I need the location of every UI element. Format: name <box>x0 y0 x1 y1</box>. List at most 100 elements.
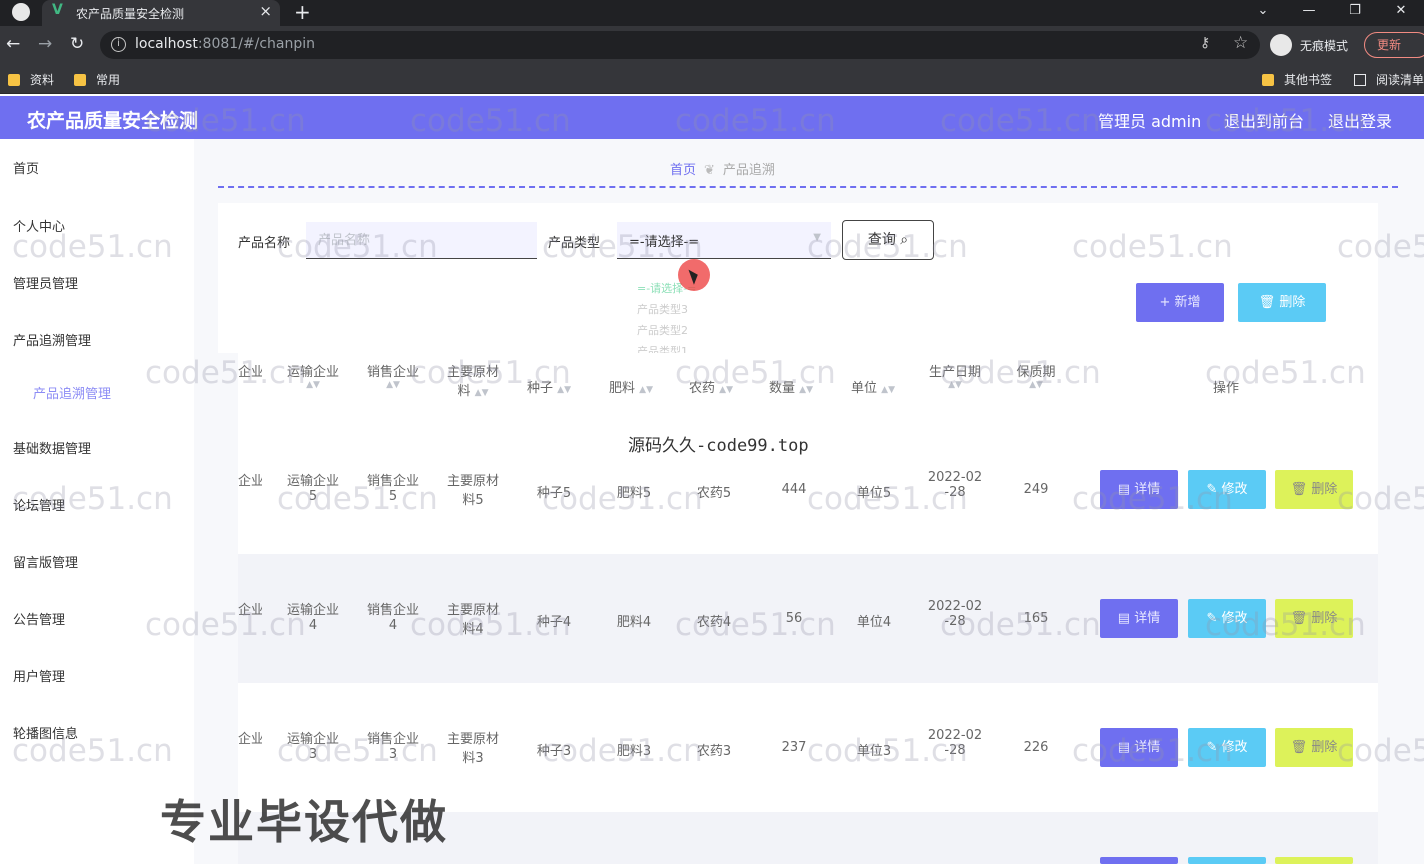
sort-icon[interactable]: ▲▼ <box>1004 380 1068 390</box>
site-info-icon[interactable]: i <box>111 37 126 52</box>
folder-icon <box>74 73 86 86</box>
sidebar-item-home[interactable]: 首页 <box>13 158 39 177</box>
search-icon: ⌕ <box>900 232 909 248</box>
sidebar-item-forum[interactable]: 论坛管理 <box>13 495 65 514</box>
dropdown-option[interactable]: 产品类型3 <box>637 301 688 317</box>
edit-button[interactable] <box>1188 857 1266 864</box>
header-unit[interactable]: 单位 ▲▼ <box>842 377 904 396</box>
sort-icon[interactable]: ▲▼ <box>278 380 348 390</box>
header-shelf-life[interactable]: 保质期 ▲▼ <box>1004 361 1068 390</box>
bookmark-folder[interactable]: 常用 <box>74 71 120 88</box>
sort-icon[interactable]: ▲▼ <box>639 385 653 395</box>
logout-link[interactable]: 退出登录 <box>1328 108 1392 132</box>
query-button[interactable]: 查询 ⌕ <box>842 220 934 260</box>
back-icon[interactable]: ← <box>6 34 20 54</box>
dropdown-option[interactable]: 产品类型2 <box>637 322 688 338</box>
header-pesticide[interactable]: 农药 ▲▼ <box>680 377 742 396</box>
cell-sales: 销售企业 4 <box>366 603 419 633</box>
sort-icon[interactable]: ▲▼ <box>881 385 895 395</box>
delete-button[interactable]: 🗑 删除 <box>1275 470 1353 509</box>
sort-icon[interactable]: ▲▼ <box>557 385 571 395</box>
close-window-icon[interactable]: ✕ <box>1378 0 1424 26</box>
divider <box>218 186 1398 188</box>
address-bar[interactable]: i localhost:8081/#/chanpin ⚷ ☆ <box>100 31 1260 59</box>
cell-company: 企业 <box>238 732 262 747</box>
breadcrumb-home[interactable]: 首页 <box>670 163 696 178</box>
edit-button[interactable]: ✎ 修改 <box>1188 728 1266 767</box>
delete-button[interactable]: 🗑 删除 <box>1275 728 1353 767</box>
back-to-front-link[interactable]: 退出到前台 <box>1224 108 1304 132</box>
cell-sales: 销售企业 3 <box>366 732 419 762</box>
edit-button[interactable]: ✎ 修改 <box>1188 599 1266 638</box>
sidebar-item-users[interactable]: 用户管理 <box>13 666 65 685</box>
cell-quantity: 444 <box>781 482 807 497</box>
cell-material: 主要原材 料4 <box>446 603 499 637</box>
minimize-icon[interactable]: — <box>1286 0 1332 26</box>
update-button[interactable]: 更新 <box>1364 32 1424 58</box>
header-seed[interactable]: 种子 ▲▼ <box>518 377 580 396</box>
header-company[interactable]: 企业 <box>238 361 262 380</box>
sidebar-item-profile[interactable]: 个人中心 <box>13 216 65 235</box>
header-fertilizer[interactable]: 肥料 ▲▼ <box>600 377 662 396</box>
cell-production-date: 2022-02 -28 <box>927 728 983 758</box>
sidebar-subitem-traceability[interactable]: 产品追溯管理 <box>33 383 111 402</box>
other-bookmarks[interactable]: 其他书签 <box>1262 71 1332 88</box>
cell-pesticide: 农药5 <box>696 486 732 501</box>
close-tab-icon[interactable]: × <box>259 2 272 20</box>
incognito-icon <box>1270 34 1292 56</box>
bookmark-star-icon[interactable]: ☆ <box>1233 33 1248 53</box>
detail-button[interactable]: ▤ 详情 <box>1100 470 1178 509</box>
url-text: localhost:8081/#/chanpin <box>135 36 316 52</box>
sort-icon[interactable]: ▲▼ <box>719 385 733 395</box>
cell-transport: 运输企业 3 <box>286 732 339 762</box>
cell-unit: 单位4 <box>856 615 892 630</box>
cell-company: 企业 <box>238 603 262 618</box>
batch-delete-button[interactable]: 🗑 删除 <box>1238 283 1326 322</box>
detail-button[interactable] <box>1100 857 1178 864</box>
reload-icon[interactable]: ↻ <box>70 34 84 54</box>
bookmark-folder[interactable]: 资料 <box>8 71 54 88</box>
product-name-input[interactable] <box>306 222 537 259</box>
sidebar-item-admins[interactable]: 管理员管理 <box>13 273 78 292</box>
restore-icon[interactable]: ❐ <box>1332 0 1378 26</box>
delete-button[interactable]: 🗑 删除 <box>1275 599 1353 638</box>
cell-shelf-life: 165 <box>1023 611 1049 626</box>
sort-icon[interactable]: ▲▼ <box>920 380 990 390</box>
header-sales[interactable]: 销售企业 ▲▼ <box>358 361 428 390</box>
key-icon[interactable]: ⚷ <box>1200 35 1210 51</box>
sort-icon[interactable]: ▲▼ <box>358 380 428 390</box>
cell-fertilizer: 肥料5 <box>616 486 652 501</box>
admin-user: 管理员 admin <box>1098 112 1202 131</box>
tab-search-icon[interactable]: ⌄ <box>1240 0 1286 26</box>
promo-overlay-text: 专业毕设代做 <box>160 795 448 849</box>
add-button[interactable]: + 新增 <box>1136 283 1224 322</box>
sort-icon[interactable]: ▲▼ <box>799 385 813 395</box>
header-material[interactable]: 主要原材料 ▲▼ <box>438 361 508 399</box>
cell-pesticide: 农药3 <box>696 744 732 759</box>
incognito-indicator[interactable]: 无痕模式 <box>1270 34 1348 56</box>
header-quantity[interactable]: 数量 ▲▼ <box>760 377 822 396</box>
pencil-icon: ✎ <box>1206 611 1218 626</box>
product-type-select[interactable]: =-请选择-= ▼ <box>617 222 831 259</box>
sidebar-item-traceability[interactable]: 产品追溯管理 <box>13 330 91 349</box>
bookmarks-bar: 资料 常用 其他书签 阅读清单 <box>0 64 1424 94</box>
cell-fertilizer: 肥料3 <box>616 744 652 759</box>
sidebar-item-carousel[interactable]: 轮播图信息 <box>13 723 78 742</box>
new-tab-icon[interactable]: + <box>294 0 311 24</box>
app-title: 农产品质量安全检测 <box>27 110 199 132</box>
browser-tab[interactable]: V 农产品质量安全检测 × <box>42 0 280 26</box>
delete-button[interactable] <box>1275 857 1353 864</box>
reading-list[interactable]: 阅读清单 <box>1354 71 1424 88</box>
detail-button[interactable]: ▤ 详情 <box>1100 599 1178 638</box>
sidebar-item-basic-data[interactable]: 基础数据管理 <box>13 438 91 457</box>
edit-button[interactable]: ✎ 修改 <box>1188 470 1266 509</box>
forward-icon[interactable]: → <box>38 34 52 54</box>
cell-pesticide: 农药4 <box>696 615 732 630</box>
sidebar-item-messages[interactable]: 留言版管理 <box>13 552 78 571</box>
sort-icon[interactable]: ▲▼ <box>475 388 489 398</box>
detail-button[interactable]: ▤ 详情 <box>1100 728 1178 767</box>
header-production-date[interactable]: 生产日期 ▲▼ <box>920 361 990 390</box>
browser-menu-icon[interactable] <box>12 3 30 21</box>
header-transport[interactable]: 运输企业 ▲▼ <box>278 361 348 390</box>
sidebar-item-notices[interactable]: 公告管理 <box>13 609 65 628</box>
